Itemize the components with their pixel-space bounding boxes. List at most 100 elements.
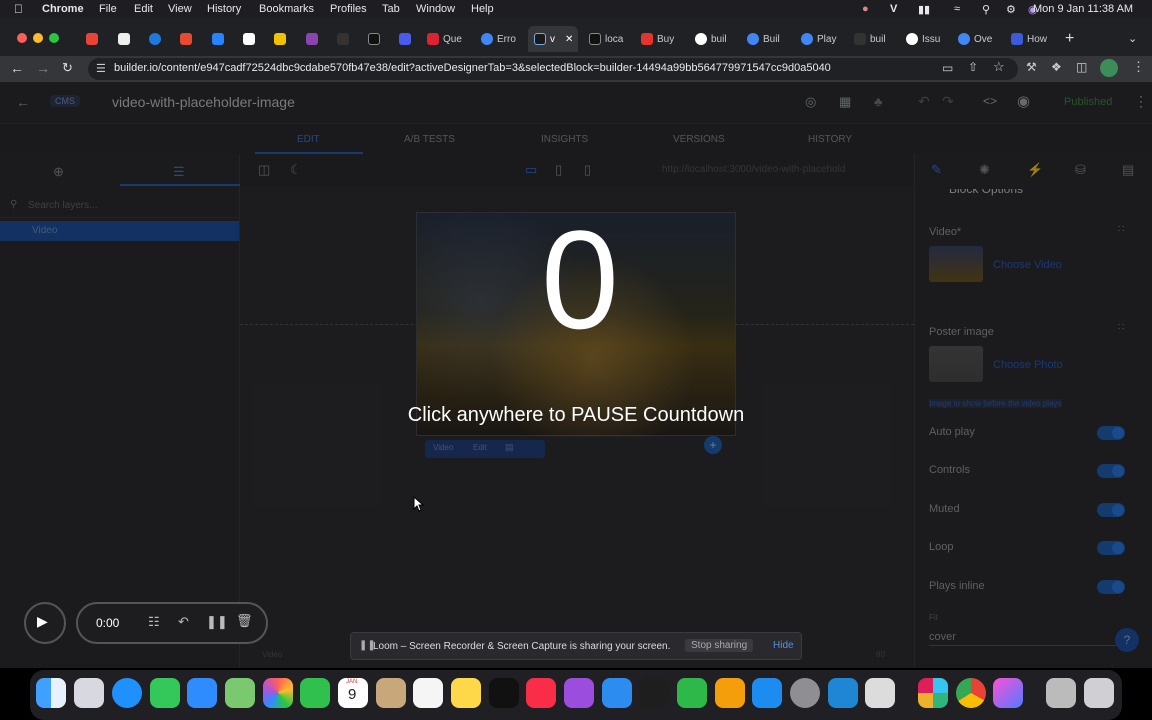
maps-icon[interactable] [225,678,255,708]
close-tab-icon[interactable]: ✕ [565,34,573,45]
tab-8[interactable] [300,26,324,52]
countdown-message[interactable]: Click anywhere to PAUSE Countdown [376,404,776,427]
tab-issues[interactable]: Issu [900,26,950,52]
countdown-dim-overlay[interactable] [0,82,1152,668]
tab-how[interactable]: How [1005,26,1055,52]
slack-icon[interactable] [918,678,948,708]
messages-icon[interactable] [150,678,180,708]
trash-icon[interactable] [1084,678,1114,708]
tab-build-2[interactable]: Buil [741,26,791,52]
loom-delete-icon[interactable]: 🗑 [236,613,253,629]
chrome-icon[interactable] [956,678,986,708]
cast-icon[interactable]: ▭ [942,61,953,75]
hide-button[interactable]: Hide [773,640,794,651]
tab-error[interactable]: Erro [475,26,527,52]
notes-icon[interactable] [451,678,481,708]
tab-gmail[interactable] [80,26,104,52]
address-bar[interactable]: ☰ builder.io/content/e947cadf72524dbc9cd… [88,58,1018,80]
facetime-icon[interactable] [300,678,330,708]
photos-icon[interactable] [263,678,293,708]
music-icon[interactable] [526,678,556,708]
menu-edit[interactable]: Edit [134,3,153,15]
extension-icon[interactable]: ⚒ [1026,60,1037,74]
tab-10[interactable] [362,26,386,52]
screen-share-message: Loom – Screen Recorder & Screen Capture … [373,641,671,652]
tab-localhost[interactable]: loca [583,26,633,52]
extensions-puzzle-icon[interactable]: ❖ [1051,60,1062,74]
keyboard-viewer-icon[interactable] [1046,678,1076,708]
podcasts-icon[interactable] [564,678,594,708]
menu-profiles[interactable]: Profiles [330,3,367,15]
menu-app-name[interactable]: Chrome [42,3,84,15]
menu-history[interactable]: History [207,3,241,15]
tab-6[interactable] [237,26,261,52]
tab-buy[interactable]: Buy [635,26,685,52]
tab-9[interactable] [331,26,355,52]
menu-bookmarks[interactable]: Bookmarks [259,3,314,15]
loom-pause-icon[interactable]: ❚❚ [206,614,228,630]
tab-builder-active[interactable]: v ✕ [528,26,578,52]
window-close-button[interactable] [17,33,27,43]
menu-file[interactable]: File [99,3,117,15]
apple-icon[interactable]:  [14,2,23,16]
app-store-icon[interactable] [752,678,782,708]
site-info-icon[interactable]: ☰ [96,62,106,75]
calendar-icon[interactable]: JAN 9 [338,678,368,708]
vivaldi-icon[interactable]: V [890,3,897,15]
tab-notion[interactable] [112,26,136,52]
vscode-icon[interactable] [828,678,858,708]
bookmark-star-icon[interactable]: ☆ [993,59,1005,75]
profile-avatar[interactable] [1100,59,1118,77]
tab-build-3[interactable]: buil [848,26,898,52]
tab-queue[interactable]: Que [421,26,471,52]
launchpad-icon[interactable] [74,678,104,708]
tab-overview[interactable]: Ove [952,26,1002,52]
tab-4[interactable] [174,26,198,52]
tab-11[interactable] [393,26,417,52]
side-panel-icon[interactable]: ◫ [1076,60,1087,74]
control-center-icon[interactable]: ⚙ [1006,3,1016,16]
back-arrow-icon[interactable]: ← [10,60,24,76]
menu-view[interactable]: View [168,3,192,15]
share-icon[interactable]: ⇧ [968,60,978,74]
finder-icon[interactable] [36,678,66,708]
mail-icon[interactable] [187,678,217,708]
mic-icon[interactable]: ● [862,3,869,15]
spotlight-search-icon[interactable]: ⚲ [982,3,990,16]
wifi-icon[interactable]: ≈ [954,3,960,15]
tab-search-icon[interactable]: ⌄ [1128,32,1137,45]
contacts-icon[interactable] [376,678,406,708]
numbers-icon[interactable] [677,678,707,708]
menu-tab[interactable]: Tab [382,3,400,15]
battery-icon[interactable]: ▮▮ [918,3,930,16]
menu-help[interactable]: Help [471,3,494,15]
menubar-clock[interactable]: Mon 9 Jan 11:38 AM [1033,3,1133,15]
figma-icon[interactable] [639,678,669,708]
new-tab-button[interactable]: + [1065,30,1074,48]
screenshot-icon[interactable] [865,678,895,708]
loom-restart-icon[interactable]: ↶ [178,614,189,630]
browser-menu-icon[interactable]: ⋮ [1132,59,1145,75]
stop-sharing-button[interactable]: Stop sharing [685,639,754,652]
menu-window[interactable]: Window [416,3,455,15]
blue-shape-icon [399,33,411,45]
tab-3[interactable] [143,26,167,52]
window-zoom-button[interactable] [49,33,59,43]
chrome-tab-icon [747,33,759,45]
pages-icon[interactable] [715,678,745,708]
reminders-icon[interactable] [413,678,443,708]
tab-play[interactable]: Play [795,26,845,52]
forward-arrow-icon[interactable]: → [36,60,50,76]
safari-icon[interactable] [112,678,142,708]
window-minimize-button[interactable] [33,33,43,43]
arc-icon[interactable] [993,678,1023,708]
loom-camera-button[interactable]: ▶ [24,602,66,644]
system-settings-icon[interactable] [790,678,820,708]
tab-5[interactable] [206,26,230,52]
tab-github-build[interactable]: buil [689,26,739,52]
tab-7[interactable] [268,26,292,52]
loom-draw-icon[interactable]: ☷ [148,614,160,630]
keynote-icon[interactable] [602,678,632,708]
apple-tv-icon[interactable] [489,678,519,708]
reload-icon[interactable]: ↻ [62,60,73,76]
